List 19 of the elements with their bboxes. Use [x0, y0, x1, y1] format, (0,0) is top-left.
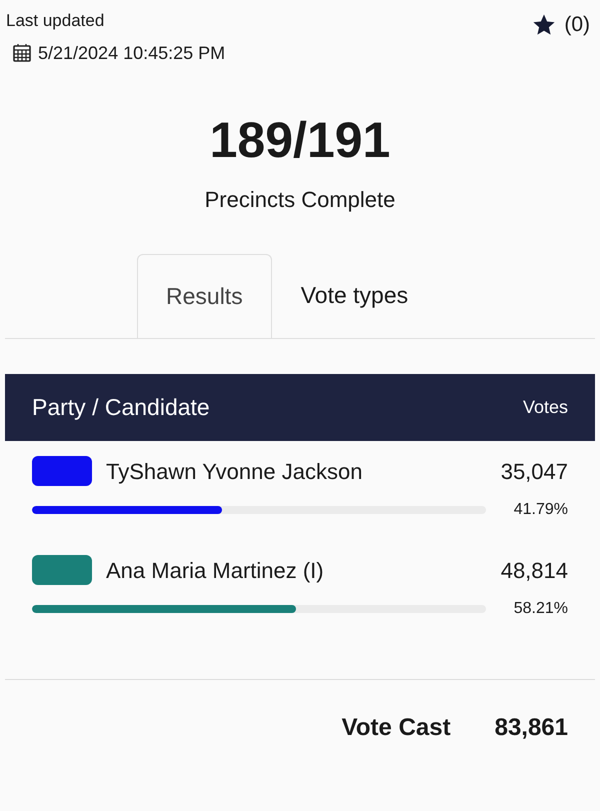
- favorite-button[interactable]: (0): [532, 8, 594, 42]
- vote-count: 48,814: [500, 556, 568, 584]
- vote-count: 35,047: [500, 458, 568, 486]
- star-icon: [532, 13, 556, 37]
- total-label: Vote Cast: [342, 712, 451, 742]
- vote-percent: 41.79%: [514, 500, 568, 520]
- precincts-label: Precincts Complete: [204, 186, 396, 214]
- tab[interactable]: Results: [137, 254, 272, 338]
- total-votes: 83,861: [494, 712, 568, 742]
- precincts-count: 189/191: [210, 114, 390, 164]
- vote-percent: 58.21%: [514, 598, 568, 618]
- candidate-name: Ana Maria Martinez (I): [106, 556, 324, 584]
- last-updated-timestamp: 5/21/2024 10:45:25 PM: [38, 42, 226, 64]
- column-header: Party / Candidate: [32, 392, 210, 422]
- last-updated-label: Last updated: [6, 10, 106, 32]
- tab[interactable]: Vote types: [272, 254, 438, 338]
- candidate-name: TyShawn Yvonne Jackson: [106, 458, 362, 486]
- column-header: Votes: [522, 396, 568, 418]
- calendar-icon: [12, 43, 32, 63]
